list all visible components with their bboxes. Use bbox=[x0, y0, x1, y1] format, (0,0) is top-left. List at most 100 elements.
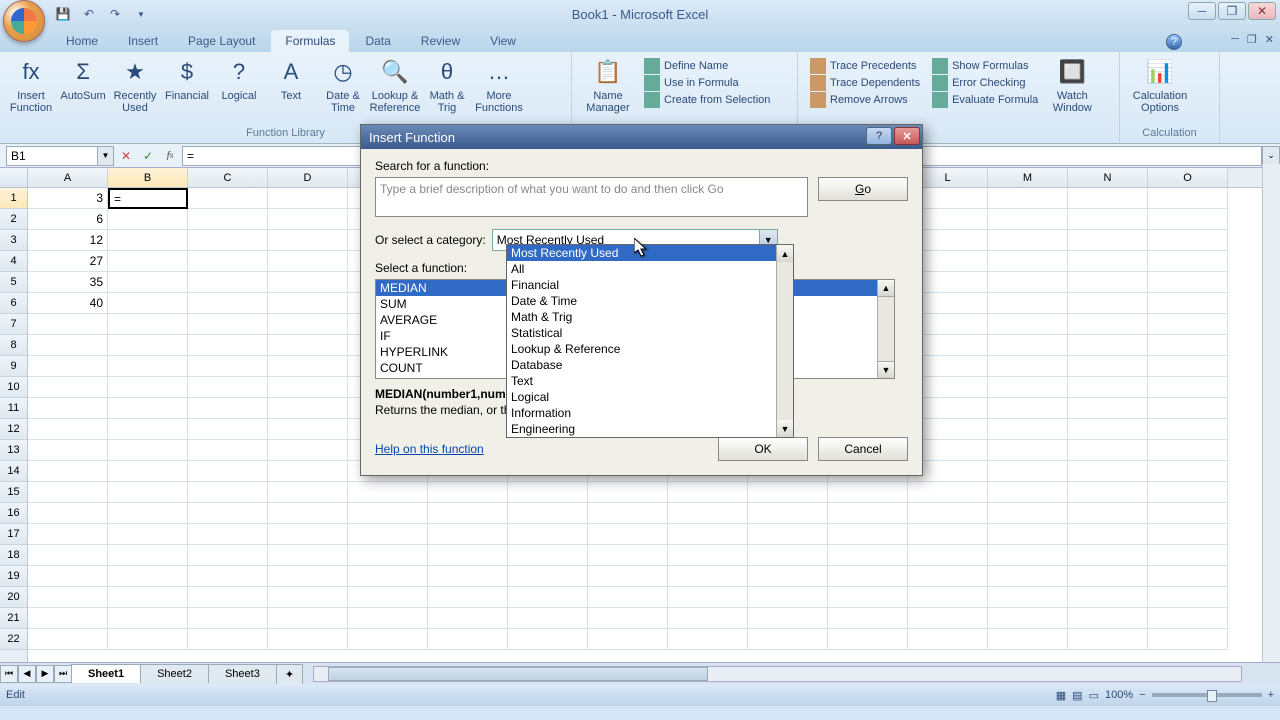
cell[interactable] bbox=[268, 587, 348, 608]
cell[interactable] bbox=[28, 419, 108, 440]
cell[interactable] bbox=[188, 209, 268, 230]
cell[interactable] bbox=[908, 503, 988, 524]
cell[interactable] bbox=[1068, 587, 1148, 608]
row-header[interactable]: 20 bbox=[0, 587, 27, 608]
category-option[interactable]: Information bbox=[507, 405, 793, 421]
sheet-tab-sheet1[interactable]: Sheet1 bbox=[71, 664, 141, 683]
cell[interactable] bbox=[988, 566, 1068, 587]
cell[interactable] bbox=[828, 629, 908, 650]
cell[interactable] bbox=[828, 566, 908, 587]
cell[interactable] bbox=[108, 503, 188, 524]
cell[interactable] bbox=[588, 524, 668, 545]
category-dropdown-list[interactable]: Most Recently UsedAllFinancialDate & Tim… bbox=[506, 244, 794, 438]
row-header[interactable]: 14 bbox=[0, 461, 27, 482]
view-normal-icon[interactable]: ▦ bbox=[1056, 689, 1066, 702]
name-box[interactable]: B1 ▼ bbox=[6, 146, 114, 166]
cell[interactable] bbox=[1068, 482, 1148, 503]
cell[interactable] bbox=[988, 209, 1068, 230]
cell[interactable]: 12 bbox=[28, 230, 108, 251]
cell[interactable] bbox=[1148, 230, 1228, 251]
cell[interactable] bbox=[748, 629, 828, 650]
cell[interactable] bbox=[268, 209, 348, 230]
cell[interactable] bbox=[1148, 335, 1228, 356]
cell[interactable] bbox=[188, 335, 268, 356]
cell[interactable] bbox=[188, 566, 268, 587]
cell[interactable] bbox=[1148, 608, 1228, 629]
cell[interactable] bbox=[908, 545, 988, 566]
cell[interactable] bbox=[268, 398, 348, 419]
row-header[interactable]: 3 bbox=[0, 230, 27, 251]
ok-button[interactable]: OK bbox=[718, 437, 808, 461]
ribbon-tab-review[interactable]: Review bbox=[407, 30, 474, 52]
row-header[interactable]: 5 bbox=[0, 272, 27, 293]
cell[interactable] bbox=[1068, 461, 1148, 482]
cell[interactable] bbox=[108, 293, 188, 314]
cell[interactable] bbox=[28, 356, 108, 377]
cell[interactable] bbox=[108, 272, 188, 293]
help-on-function-link[interactable]: Help on this function bbox=[375, 442, 484, 456]
category-option[interactable]: Logical bbox=[507, 389, 793, 405]
scroll-up-icon[interactable]: ▲ bbox=[878, 280, 894, 297]
cell[interactable] bbox=[348, 545, 428, 566]
cell[interactable] bbox=[668, 545, 748, 566]
cell[interactable]: 27 bbox=[28, 251, 108, 272]
close-button[interactable]: ✕ bbox=[1248, 2, 1276, 20]
cell[interactable] bbox=[748, 524, 828, 545]
ribbon-tab-insert[interactable]: Insert bbox=[114, 30, 172, 52]
cell[interactable] bbox=[1068, 566, 1148, 587]
search-input[interactable]: Type a brief description of what you wan… bbox=[375, 177, 808, 217]
cell[interactable] bbox=[268, 461, 348, 482]
cell[interactable] bbox=[1068, 545, 1148, 566]
cell[interactable] bbox=[668, 524, 748, 545]
cell[interactable] bbox=[1148, 545, 1228, 566]
cell[interactable] bbox=[108, 314, 188, 335]
cell[interactable] bbox=[588, 608, 668, 629]
error-checking-button[interactable]: Error Checking bbox=[932, 75, 1038, 91]
category-option[interactable]: Date & Time bbox=[507, 293, 793, 309]
cell[interactable] bbox=[828, 587, 908, 608]
create-from-selection-button[interactable]: Create from Selection bbox=[644, 92, 770, 108]
cell[interactable] bbox=[268, 188, 348, 209]
cell[interactable] bbox=[108, 398, 188, 419]
cell[interactable] bbox=[268, 629, 348, 650]
use-in-formula-button[interactable]: Use in Formula bbox=[644, 75, 770, 91]
row-header[interactable]: 18 bbox=[0, 545, 27, 566]
cell[interactable] bbox=[1148, 587, 1228, 608]
cell[interactable] bbox=[1068, 293, 1148, 314]
cell[interactable] bbox=[1148, 377, 1228, 398]
cell[interactable] bbox=[748, 545, 828, 566]
cell[interactable] bbox=[348, 524, 428, 545]
cell[interactable] bbox=[1148, 188, 1228, 209]
cell[interactable] bbox=[1148, 398, 1228, 419]
cell[interactable] bbox=[508, 503, 588, 524]
cell[interactable] bbox=[1148, 629, 1228, 650]
cell[interactable] bbox=[988, 482, 1068, 503]
cell[interactable] bbox=[668, 503, 748, 524]
cell[interactable] bbox=[268, 545, 348, 566]
cell[interactable]: = bbox=[108, 188, 188, 209]
cell[interactable] bbox=[108, 335, 188, 356]
cell[interactable] bbox=[1068, 419, 1148, 440]
cell[interactable] bbox=[988, 272, 1068, 293]
cell[interactable] bbox=[108, 440, 188, 461]
dialog-close-button[interactable]: ✕ bbox=[894, 127, 920, 145]
undo-icon[interactable]: ↶ bbox=[78, 4, 100, 24]
cell[interactable] bbox=[1068, 272, 1148, 293]
cell[interactable] bbox=[588, 545, 668, 566]
row-header[interactable]: 4 bbox=[0, 251, 27, 272]
row-header[interactable]: 13 bbox=[0, 440, 27, 461]
cell[interactable] bbox=[988, 419, 1068, 440]
cell[interactable]: 40 bbox=[28, 293, 108, 314]
cell[interactable] bbox=[188, 314, 268, 335]
redo-icon[interactable]: ↷ bbox=[104, 4, 126, 24]
cell[interactable] bbox=[508, 524, 588, 545]
sheet-nav-next-icon[interactable]: ▶ bbox=[36, 665, 54, 683]
save-icon[interactable]: 💾 bbox=[52, 4, 74, 24]
cell[interactable] bbox=[188, 608, 268, 629]
hscroll-thumb[interactable] bbox=[328, 667, 708, 681]
cell[interactable] bbox=[588, 587, 668, 608]
cell[interactable] bbox=[188, 272, 268, 293]
cell[interactable] bbox=[988, 377, 1068, 398]
zoom-level[interactable]: 100% bbox=[1105, 689, 1133, 701]
category-option[interactable]: Text bbox=[507, 373, 793, 389]
